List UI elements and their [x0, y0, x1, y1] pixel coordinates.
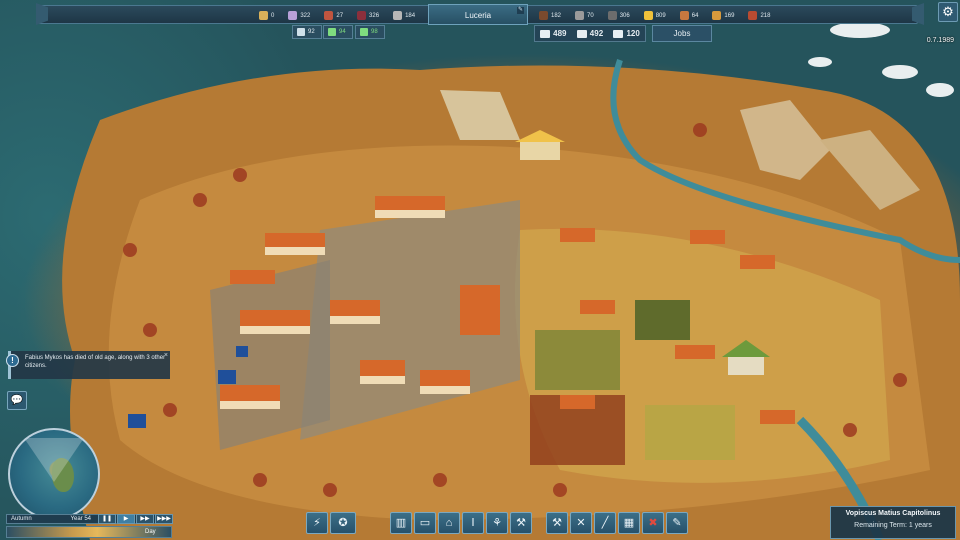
clay-icon [679, 11, 689, 20]
wreath-icon[interactable]: ✪ [330, 512, 356, 534]
forum-icon[interactable]: ▥ [390, 512, 412, 534]
workers-count: 120 [613, 29, 640, 38]
resource-item[interactable]: 27 [319, 11, 348, 20]
pause-button[interactable]: ❚❚ [98, 514, 116, 524]
resource-item[interactable]: 218 [743, 11, 775, 20]
resource-group-right: 182 70 306 809 64 169 218 [534, 6, 775, 25]
day-label: Day [145, 529, 156, 535]
market-icon[interactable]: ▭ [414, 512, 436, 534]
jobs-button[interactable]: Jobs [652, 25, 712, 42]
resource-item[interactable]: 64 [675, 11, 704, 20]
column-icon[interactable]: Ⅰ [462, 512, 484, 534]
version-label: 0.7.1989 [926, 37, 954, 44]
lightning-icon[interactable]: ⚡ [306, 512, 328, 534]
gear-icon[interactable]: ⚙ [938, 2, 958, 22]
face-icon [297, 28, 305, 36]
barrel-icon [539, 11, 548, 20]
wheat-build-icon[interactable]: ⚘ [486, 512, 508, 534]
fastest-button[interactable]: ▶▶▶ [155, 514, 173, 524]
resource-item[interactable]: 326 [352, 11, 384, 20]
tools-icon [393, 11, 403, 20]
meat-icon [324, 11, 334, 20]
stone-icon [575, 11, 585, 20]
resource-item[interactable]: 169 [707, 11, 739, 20]
governor-term: Remaining Term: 1 years [854, 522, 932, 529]
road-icon[interactable]: ╱ [594, 512, 616, 534]
governor-panel[interactable]: Vopiscus Matius Capitolinus Remaining Te… [830, 506, 956, 539]
grid-icon[interactable]: ▦ [618, 512, 640, 534]
ore-icon [607, 11, 617, 20]
pottery-icon [748, 11, 758, 20]
resource-item[interactable]: 70 [570, 11, 599, 20]
cancel-icon[interactable]: ✖ [642, 512, 664, 534]
resource-item[interactable]: 322 [283, 11, 315, 20]
minimap-viewport [24, 438, 84, 482]
speed-controls: ❚❚ ▶ ▶▶ ▶▶▶ [98, 514, 173, 524]
tools-build-icon[interactable]: ✕ [570, 512, 592, 534]
bread-icon [712, 11, 722, 20]
city-name-panel[interactable]: Luceria ✎ [428, 4, 528, 25]
notification-toast[interactable]: ! Fabius Mykos has died of old age, alon… [6, 351, 170, 379]
plus-icon [328, 28, 336, 36]
alert-icon: ! [6, 354, 19, 367]
governor-name: Vopiscus Matius Capitolinus [845, 510, 941, 517]
cloth-icon [288, 11, 298, 20]
resource-item[interactable]: 184 [388, 11, 420, 20]
resource-item[interactable]: 0 [254, 11, 279, 20]
hammer-icon[interactable]: ⚒ [510, 512, 532, 534]
people-icon [540, 29, 551, 38]
chat-icon[interactable]: 💬 [7, 391, 27, 410]
build-toolbar: ⚡ ✪ ▥ ▭ ⌂ Ⅰ ⚘ ⚒ ⚒ ✕ ╱ ▦ ✖ ✎ [306, 512, 688, 534]
resource-item[interactable]: 182 [534, 11, 566, 20]
pencil-icon[interactable]: ✎ [517, 7, 524, 14]
housing-count: 492 [576, 29, 603, 38]
close-icon[interactable]: × [164, 352, 168, 360]
safety-indicator[interactable]: 98 [355, 25, 385, 39]
season-label: Autumn [11, 516, 32, 522]
city-map-view[interactable] [0, 0, 960, 540]
resource-group-left: 0 322 27 326 184 358 [254, 6, 456, 25]
grain-icon [259, 11, 268, 20]
demolish-icon[interactable]: ⚒ [546, 512, 568, 534]
minimap[interactable] [8, 428, 100, 520]
fast-button[interactable]: ▶▶ [136, 514, 154, 524]
year-label: Year 54 [70, 516, 91, 522]
population-panel[interactable]: 489 492 120 [534, 25, 646, 42]
temple-icon[interactable]: ⌂ [438, 512, 460, 534]
resource-item[interactable]: 306 [603, 11, 635, 20]
terrain-svg [62, 22, 960, 540]
gold-icon [643, 11, 653, 20]
brush-icon[interactable]: ✎ [666, 512, 688, 534]
play-button[interactable]: ▶ [117, 514, 135, 524]
shield-icon [360, 28, 368, 36]
notification-text: Fabius Mykos has died of old age, along … [25, 355, 166, 369]
health-indicator[interactable]: 94 [323, 25, 353, 39]
wine-icon [357, 11, 367, 20]
bed-icon [576, 29, 587, 38]
population-count: 489 [540, 29, 567, 38]
city-name: Luceria [464, 11, 492, 20]
resource-item[interactable]: 809 [639, 11, 671, 20]
happiness-indicator[interactable]: 92 [292, 25, 322, 39]
worker-icon [613, 29, 624, 38]
